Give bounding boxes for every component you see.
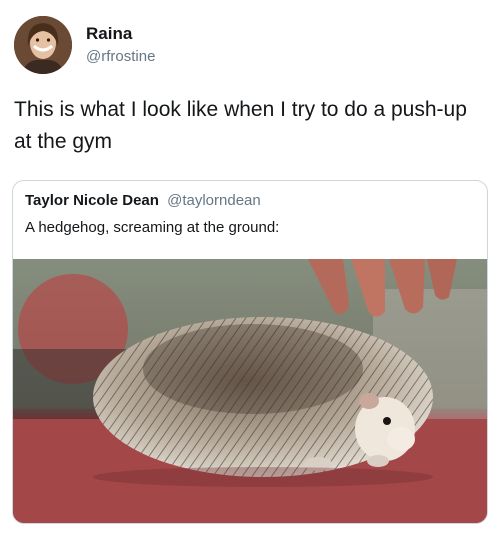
tweet-text: This is what I look like when I try to d… (14, 98, 467, 153)
quoted-tweet-media[interactable] (13, 259, 487, 523)
profile-photo-icon (14, 16, 72, 74)
avatar[interactable] (14, 16, 72, 74)
author-name[interactable]: Raina (86, 24, 132, 44)
author-handle[interactable]: @rfrostine (86, 48, 155, 65)
quoted-tweet-text: A hedgehog, screaming at the ground: (25, 219, 280, 236)
tweet-author[interactable]: Raina @rfrostine (14, 14, 484, 76)
quoted-tweet[interactable]: Taylor Nicole Dean @taylorndean A hedgeh… (12, 180, 488, 524)
hedgehog-photo-icon (13, 259, 487, 523)
quoted-tweet-header: Taylor Nicole Dean @taylorndean (25, 192, 261, 209)
tweet: Raina @rfrostine This is what I look lik… (0, 0, 500, 538)
quoted-author-handle[interactable]: @taylorndean (167, 192, 261, 209)
quoted-author-name[interactable]: Taylor Nicole Dean (25, 192, 159, 209)
